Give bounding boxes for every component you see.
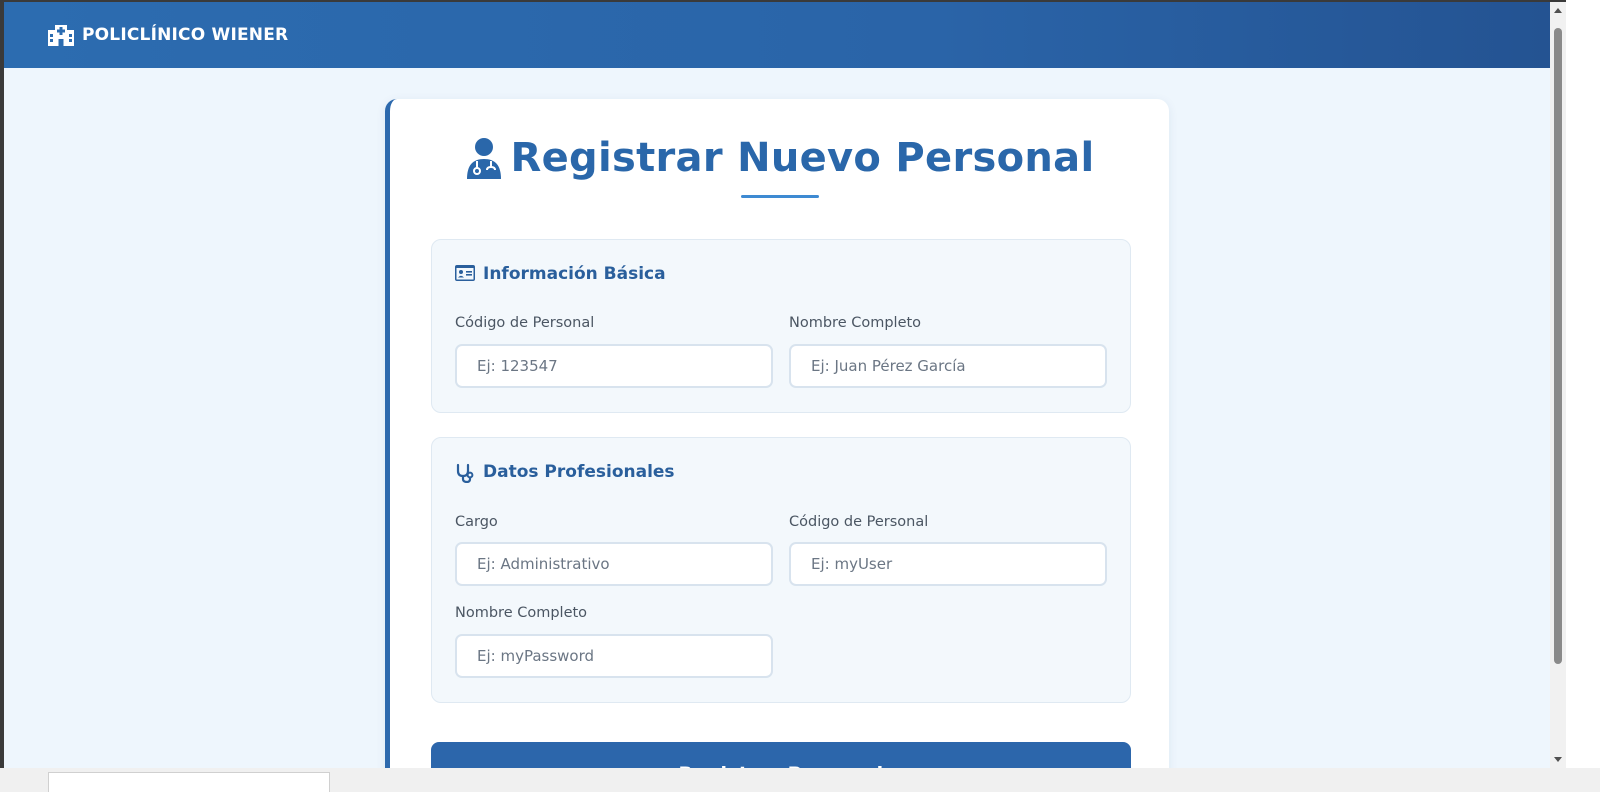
title-divider xyxy=(741,195,819,198)
professional-data-section: Datos Profesionales Cargo Código de Pers… xyxy=(431,437,1131,703)
user-doctor-icon xyxy=(465,137,503,179)
field-label-full-name: Nombre Completo xyxy=(789,315,922,331)
top-navbar: POLICLÍNICO WIENER xyxy=(4,2,1550,68)
status-segment xyxy=(48,772,330,792)
window-edge xyxy=(1566,0,1600,768)
position-input[interactable] xyxy=(455,542,773,586)
full-name-input[interactable] xyxy=(789,344,1107,388)
scrollbar-thumb[interactable] xyxy=(1554,28,1562,664)
field-label-username: Código de Personal xyxy=(789,514,929,530)
register-form-card: Registrar Nuevo Personal Información Bás… xyxy=(385,99,1169,768)
register-staff-button[interactable]: Registrar Personal xyxy=(431,742,1131,768)
vertical-scrollbar[interactable] xyxy=(1550,2,1566,768)
staff-code-input[interactable] xyxy=(455,344,773,388)
bottom-status-strip xyxy=(0,768,1600,792)
hospital-icon xyxy=(48,24,74,46)
stethoscope-icon xyxy=(455,463,475,483)
id-card-icon xyxy=(455,265,475,283)
section-title-professional: Datos Profesionales xyxy=(483,462,675,482)
section-title-basic-info: Información Básica xyxy=(483,264,666,284)
field-label-position: Cargo xyxy=(455,514,498,530)
password-input[interactable] xyxy=(455,634,773,678)
scroll-up-arrow-icon[interactable] xyxy=(1554,8,1562,13)
field-label-staff-code: Código de Personal xyxy=(455,315,595,331)
brand-name[interactable]: POLICLÍNICO WIENER xyxy=(82,25,288,45)
scroll-down-arrow-icon[interactable] xyxy=(1554,757,1562,762)
browser-viewport: POLICLÍNICO WIENER Registrar Nuevo Perso… xyxy=(4,2,1550,768)
form-title-row: Registrar Nuevo Personal xyxy=(390,135,1169,181)
section-header: Información Básica xyxy=(455,264,666,284)
page-title: Registrar Nuevo Personal xyxy=(510,135,1095,181)
username-input[interactable] xyxy=(789,542,1107,586)
field-label-password: Nombre Completo xyxy=(455,605,588,621)
section-header: Datos Profesionales xyxy=(455,462,675,483)
basic-info-section: Información Básica Código de Personal No… xyxy=(431,239,1131,413)
